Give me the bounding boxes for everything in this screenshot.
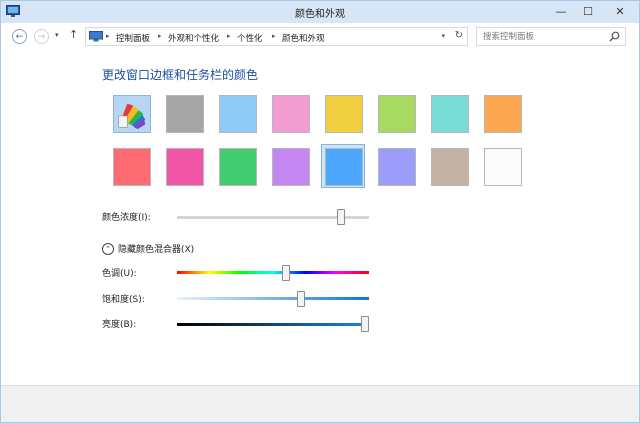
breadcrumb-separator-icon: ▸ (106, 32, 110, 40)
color-appearance-window: 颜色和外观 — ☐ ✕ ← → ▾ ↑ ▸ 控制面板 ▸ 外观和个性化 ▸ 个性… (0, 0, 640, 423)
swatch-fill (484, 148, 522, 186)
color-swatch[interactable] (162, 144, 206, 188)
color-mixer-toggle-label: 隐藏颜色混合器(X) (118, 245, 195, 255)
color-palette-icon (118, 103, 146, 130)
color-swatch[interactable] (215, 91, 259, 135)
swatch-fill (113, 95, 151, 133)
close-button[interactable]: ✕ (601, 1, 639, 21)
swatch-fill (378, 148, 416, 186)
swatch-fill (272, 95, 310, 133)
collapse-chevron-icon: ⌃ (102, 242, 114, 255)
color-swatch[interactable] (162, 91, 206, 135)
window-title: 颜色和外观 (295, 9, 345, 20)
color-swatch[interactable] (268, 91, 312, 135)
refresh-icon[interactable]: ↻ (455, 30, 463, 41)
address-history-dropdown[interactable]: ▾ (441, 32, 445, 40)
forward-button[interactable]: → (34, 29, 49, 44)
color-swatch[interactable] (480, 144, 524, 188)
breadcrumb-separator-icon: ▸ (227, 32, 231, 40)
color-swatch[interactable] (427, 144, 471, 188)
color-swatch[interactable] (321, 144, 365, 188)
color-swatch[interactable] (321, 91, 365, 135)
swatch-automatic[interactable] (109, 91, 153, 135)
swatch-fill (325, 95, 363, 133)
intensity-label: 颜色浓度(I): (102, 213, 151, 223)
up-button[interactable]: ↑ (69, 28, 78, 41)
hue-label: 色调(U): (102, 269, 137, 279)
color-swatch[interactable] (268, 144, 312, 188)
breadcrumb-item-appearance[interactable]: 外观和个性化 (168, 32, 219, 44)
minimize-button[interactable]: — (547, 1, 575, 21)
brightness-slider[interactable] (177, 323, 369, 326)
color-swatch[interactable] (480, 91, 524, 135)
search-box (476, 27, 626, 46)
breadcrumb-item-personalization[interactable]: 个性化 (237, 32, 263, 44)
swatch-fill (219, 95, 257, 133)
swatch-fill (219, 148, 257, 186)
breadcrumb-item-control-panel[interactable]: 控制面板 (116, 32, 150, 44)
search-icon[interactable] (609, 31, 620, 42)
breadcrumb[interactable]: ▸ 控制面板 ▸ 外观和个性化 ▸ 个性化 ▸ 颜色和外观 ▾ ↻ (85, 27, 468, 46)
swatch-fill (484, 95, 522, 133)
color-swatch[interactable] (374, 91, 418, 135)
color-swatch[interactable] (374, 144, 418, 188)
address-bar: ← → ▾ ↑ ▸ 控制面板 ▸ 外观和个性化 ▸ 个性化 ▸ 颜色和外观 ▾ … (1, 23, 639, 49)
swatch-fill (378, 95, 416, 133)
breadcrumb-separator-icon: ▸ (158, 32, 162, 40)
footer-bar (1, 385, 639, 422)
saturation-label: 饱和度(S): (102, 295, 145, 305)
search-input[interactable] (483, 30, 601, 43)
intensity-slider-thumb[interactable] (337, 209, 346, 225)
breadcrumb-separator-icon: ▸ (272, 32, 276, 40)
swatch-fill (113, 148, 151, 186)
color-swatch[interactable] (109, 144, 153, 188)
hue-slider-thumb[interactable] (281, 265, 290, 281)
swatch-fill (431, 148, 469, 186)
saturation-slider[interactable] (177, 297, 369, 300)
swatch-fill (431, 95, 469, 133)
swatch-fill (166, 95, 204, 133)
page-title: 更改窗口边框和任务栏的颜色 (102, 68, 259, 82)
color-mixer-toggle[interactable]: ⌃ 隐藏颜色混合器(X) (102, 242, 194, 255)
swatch-fill (325, 148, 363, 186)
control-panel-icon (89, 31, 103, 42)
color-swatch[interactable] (427, 91, 471, 135)
title-bar: 颜色和外观 — ☐ ✕ (1, 1, 639, 23)
saturation-slider-thumb[interactable] (296, 291, 305, 307)
brightness-slider-thumb[interactable] (361, 316, 369, 332)
brightness-label: 亮度(B): (102, 320, 137, 330)
swatch-fill (166, 148, 204, 186)
back-button[interactable]: ← (12, 29, 27, 44)
hue-slider[interactable] (177, 271, 369, 274)
swatch-fill (272, 148, 310, 186)
color-swatch[interactable] (215, 144, 259, 188)
breadcrumb-item-color-appearance[interactable]: 颜色和外观 (282, 32, 325, 44)
maximize-button[interactable]: ☐ (574, 1, 602, 21)
recent-locations-dropdown[interactable]: ▾ (55, 31, 59, 39)
